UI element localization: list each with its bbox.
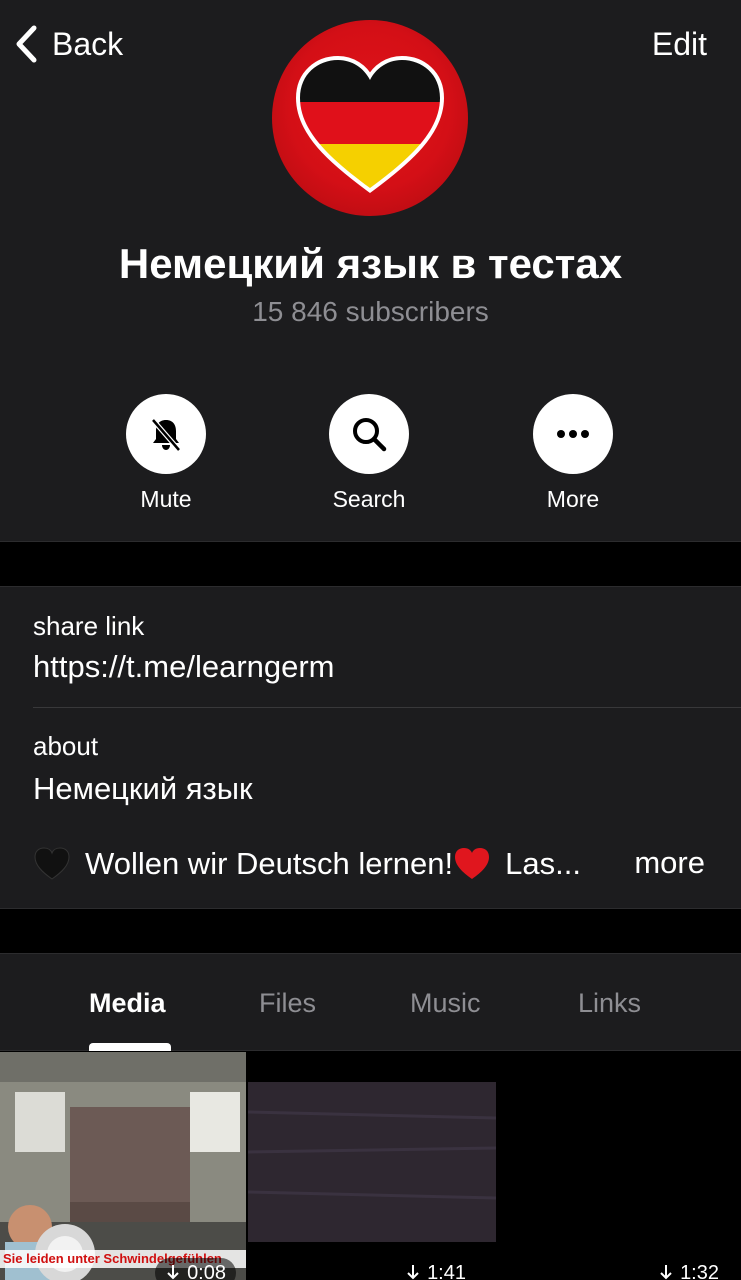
- section-divider: [0, 908, 741, 954]
- mute-button[interactable]: Mute: [106, 394, 226, 513]
- tab-files[interactable]: Files: [259, 988, 316, 1019]
- download-arrow-icon: [660, 1265, 673, 1280]
- edit-button[interactable]: Edit: [652, 26, 707, 63]
- more-dots-icon: [557, 430, 589, 438]
- more-circle: [533, 394, 613, 474]
- info-separator: [33, 707, 741, 708]
- section-divider: [0, 541, 741, 587]
- channel-info: share link https://t.me/learngerm about …: [0, 587, 741, 908]
- channel-title: Немецкий язык в тестах: [118, 240, 623, 287]
- download-arrow-icon: [407, 1265, 420, 1280]
- tab-links[interactable]: Links: [578, 988, 641, 1019]
- about-more-link[interactable]: more: [634, 845, 705, 881]
- chevron-left-icon: [16, 25, 37, 63]
- duration-label: 1:32: [680, 1261, 719, 1280]
- search-icon: [353, 418, 387, 452]
- duration-badge: 1:32: [648, 1258, 729, 1280]
- video-thumbnail-image: [248, 1052, 496, 1280]
- share-link-value[interactable]: https://t.me/learngerm: [33, 649, 335, 685]
- media-thumbnail[interactable]: 1:32: [498, 1052, 741, 1280]
- tab-media[interactable]: Media: [89, 988, 166, 1019]
- german-flag-heart-icon: [295, 55, 445, 193]
- about-line-trail: Las...: [505, 846, 581, 881]
- tab-music[interactable]: Music: [410, 988, 481, 1019]
- black-heart-icon: [33, 845, 71, 883]
- search-label: Search: [332, 486, 406, 512]
- duration-badge: 0:08: [155, 1258, 236, 1280]
- duration-label: 1:41: [427, 1261, 466, 1280]
- bell-slash-icon: [151, 418, 181, 452]
- about-line-text: Wollen wir Deutsch lernen!: [85, 846, 454, 881]
- mute-label: Mute: [140, 486, 192, 512]
- about-value: Немецкий язык: [33, 771, 253, 806]
- mute-circle: [126, 394, 206, 474]
- duration-badge: 1:41: [395, 1258, 476, 1280]
- media-thumbnail[interactable]: Sie leiden unter Schwindelgefühlen 0:08: [0, 1052, 246, 1280]
- search-circle: [329, 394, 409, 474]
- download-arrow-icon: [167, 1265, 180, 1280]
- active-tab-indicator: [89, 1043, 171, 1051]
- channel-header: Back Edit Немецкий язык в тестах 15 846 …: [0, 0, 741, 541]
- media-thumbnail[interactable]: 1:41: [248, 1052, 496, 1280]
- duration-label: 0:08: [187, 1261, 226, 1280]
- subscriber-count: 15 846 subscribers: [252, 296, 489, 327]
- search-button[interactable]: Search: [309, 394, 429, 513]
- back-button[interactable]: Back: [14, 22, 123, 66]
- video-thumbnail-image: [0, 1052, 246, 1280]
- more-button[interactable]: More: [513, 394, 633, 513]
- more-label: More: [546, 486, 600, 512]
- about-text-line: Wollen wir Deutsch lernen! Las...: [33, 845, 581, 883]
- share-link-label: share link: [33, 611, 145, 641]
- media-grid: Sie leiden unter Schwindelgefühlen 0:08 …: [0, 1052, 741, 1280]
- about-label: about: [33, 731, 99, 761]
- red-heart-icon: [453, 845, 491, 883]
- back-label: Back: [52, 25, 124, 62]
- media-tabs: Media Files Music Links: [0, 954, 741, 1051]
- channel-avatar[interactable]: [272, 20, 468, 216]
